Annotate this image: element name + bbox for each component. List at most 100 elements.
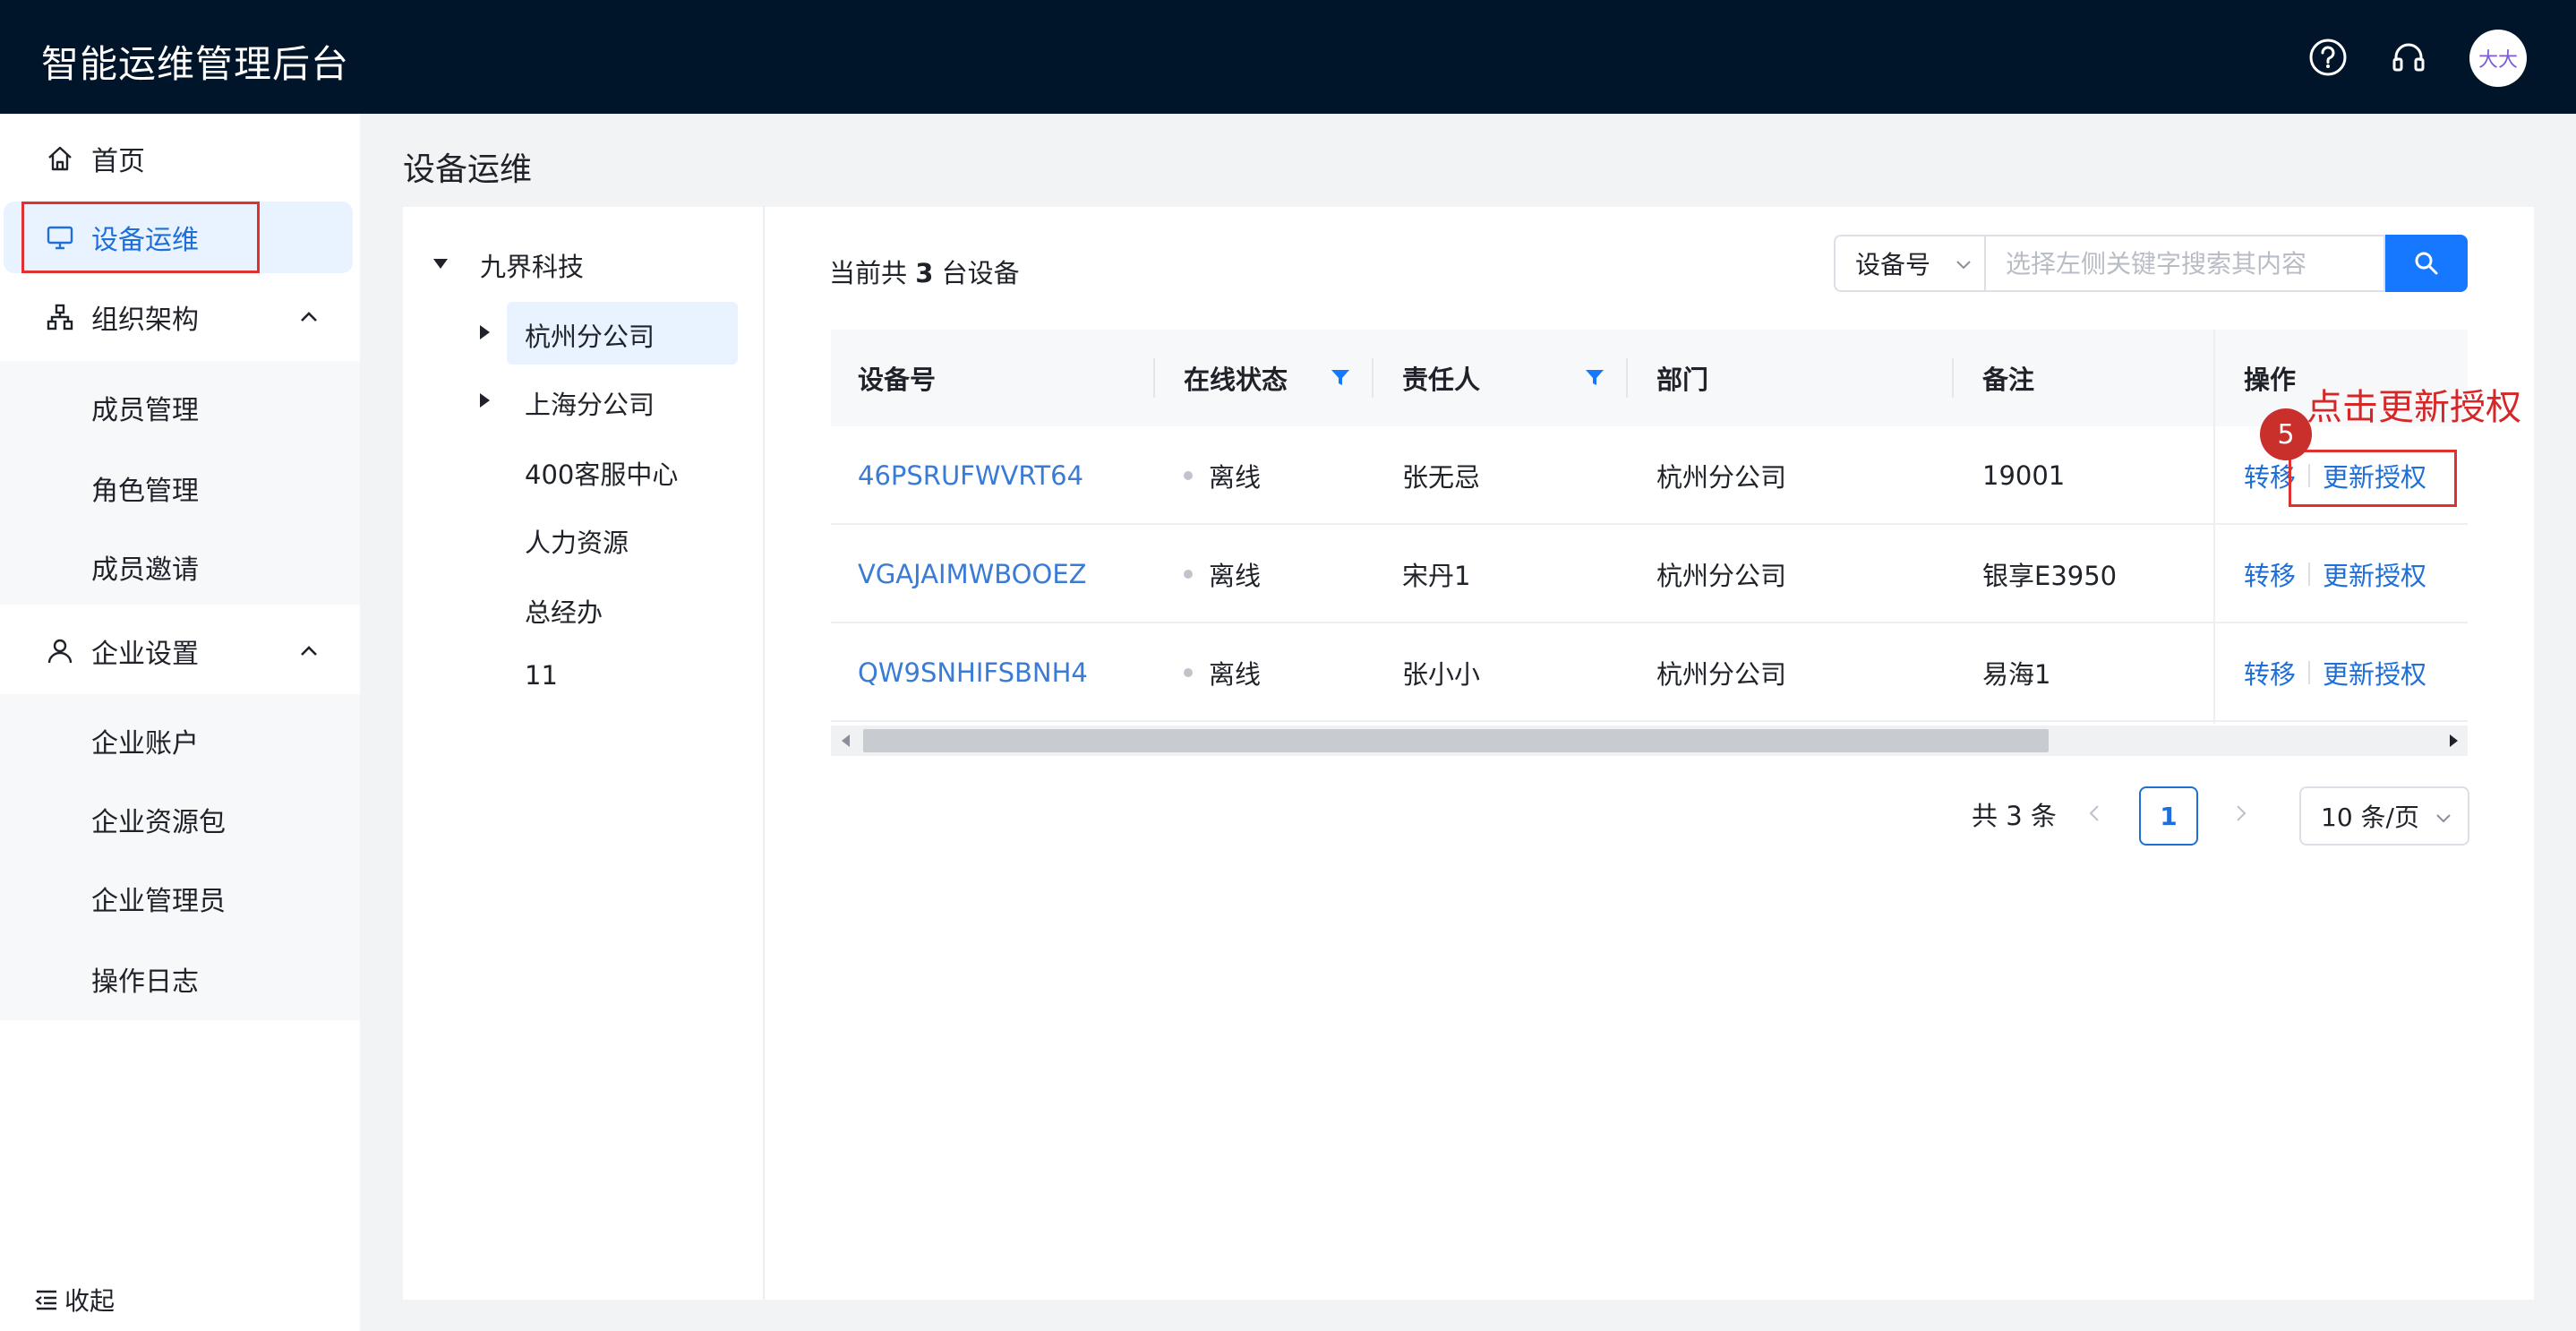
summary-suffix: 台设备 — [933, 258, 1020, 288]
col-divider — [1952, 358, 1954, 398]
scroll-right-icon[interactable] — [2450, 734, 2458, 747]
sidebar-item-invite[interactable]: 成员邀请 — [91, 547, 199, 587]
headset-icon[interactable] — [2389, 38, 2428, 77]
status-dot — [1184, 668, 1193, 677]
status-cell: 离线 — [1184, 623, 1261, 722]
enterprise-submenu: 企业账户 企业资源包 企业管理员 操作日志 — [0, 694, 360, 1020]
status-dot — [1184, 570, 1193, 579]
top-header: 智能运维管理后台 大大 — [0, 0, 2576, 114]
renew-license-link[interactable]: 更新授权 — [2323, 555, 2426, 593]
actions-cell: 转移 更新授权 — [2244, 623, 2426, 722]
chevron-down-icon — [1956, 261, 1971, 270]
sidebar-item-admins[interactable]: 企业管理员 — [91, 879, 226, 918]
renew-license-link[interactable]: 更新授权 — [2323, 654, 2426, 691]
fixed-column-divider — [2213, 330, 2215, 724]
table-row: 46PSRUFWVRT64 离线 张无忌 杭州分公司 19001 转移 更新授权 — [831, 426, 2468, 525]
status-text: 离线 — [1209, 462, 1262, 493]
sidebar-label-device-ops: 设备运维 — [91, 225, 199, 256]
note-cell: 银享E3950 — [1982, 561, 2118, 591]
dept-cell: 杭州分公司 — [1656, 462, 1787, 493]
tree-node-shanghai[interactable]: 上海分公司 — [525, 384, 655, 422]
collapse-label: 收起 — [64, 1286, 116, 1316]
col-header-device-id: 设备号 — [858, 365, 937, 395]
sidebar-item-logs[interactable]: 操作日志 — [91, 959, 199, 999]
step-badge: 5 — [2260, 408, 2312, 460]
scroll-left-icon[interactable] — [842, 734, 850, 747]
table-header: 设备号 在线状态 责任人 部门 备注 操作 — [831, 330, 2468, 426]
sidebar-item-org[interactable]: 组织架构 — [0, 281, 360, 353]
col-header-status: 在线状态 — [1184, 365, 1288, 395]
note-cell: 19001 — [1982, 460, 2066, 491]
summary-prefix: 当前共 — [829, 258, 916, 288]
tree-node-hr[interactable]: 人力资源 — [525, 522, 629, 560]
home-icon — [48, 146, 72, 171]
filter-icon[interactable] — [1583, 365, 1606, 389]
user-avatar[interactable]: 大大 — [2469, 30, 2527, 87]
col-header-note: 备注 — [1982, 365, 2035, 395]
user-icon — [47, 639, 73, 664]
page-number-button[interactable]: 1 — [2139, 786, 2198, 846]
sidebar-label-enterprise: 企业设置 — [91, 639, 199, 670]
caret-right-icon[interactable] — [480, 325, 490, 339]
sidebar-item-members[interactable]: 成员管理 — [91, 388, 199, 427]
device-id-link[interactable]: VGAJAIMWBOOEZ — [858, 525, 1087, 623]
collapse-button[interactable]: 收起 — [34, 1282, 115, 1318]
search-field-select[interactable]: 设备号 — [1834, 235, 1984, 292]
tree-node-service[interactable]: 400客服中心 — [525, 454, 678, 492]
app-title: 智能运维管理后台 — [41, 42, 350, 86]
sidebar-item-roles[interactable]: 角色管理 — [91, 468, 199, 508]
device-id-link[interactable]: QW9SNHIFSBNH4 — [858, 623, 1088, 722]
col-header-dept: 部门 — [1656, 365, 1709, 395]
dept-cell: 杭州分公司 — [1656, 659, 1787, 690]
tree-node-hangzhou[interactable]: 杭州分公司 — [525, 316, 655, 354]
device-id-link[interactable]: 46PSRUFWVRT64 — [858, 426, 1083, 525]
owner-cell: 宋丹1 — [1402, 561, 1471, 591]
action-divider — [2308, 562, 2311, 586]
step-instruction: 点击更新授权 — [2306, 387, 2521, 428]
owner-cell: 张小小 — [1402, 659, 1481, 690]
org-tree: 九界科技 杭州分公司 上海分公司 400客服中心 人力资源 总经办 11 — [403, 207, 765, 1300]
horizontal-scrollbar[interactable] — [831, 726, 2468, 756]
page-title: 设备运维 — [403, 151, 533, 188]
prev-page-icon[interactable] — [2084, 803, 2106, 824]
table-row: QW9SNHIFSBNH4 离线 张小小 杭州分公司 易海1 转移 更新授权 — [831, 623, 2468, 722]
dept-cell: 杭州分公司 — [1656, 561, 1787, 591]
search-button[interactable] — [2385, 235, 2468, 292]
page-size-select[interactable]: 10 条/页 — [2299, 786, 2469, 846]
chevron-down-icon — [2436, 814, 2451, 823]
tree-node-office[interactable]: 总经办 — [525, 592, 603, 630]
help-icon[interactable] — [2308, 38, 2348, 77]
sidebar-label-home: 首页 — [91, 146, 145, 177]
chevron-up-icon — [301, 312, 317, 322]
monitor-icon — [47, 226, 73, 250]
org-chart-icon — [47, 304, 73, 331]
search-input[interactable] — [1984, 235, 2385, 292]
filter-icon[interactable] — [1329, 365, 1352, 389]
owner-cell: 张无忌 — [1402, 462, 1481, 493]
pagination-total: 共 3 条 — [1972, 801, 2057, 831]
tree-node-11[interactable]: 11 — [525, 660, 558, 691]
next-page-icon[interactable] — [2229, 803, 2251, 824]
caret-right-icon[interactable] — [480, 393, 490, 408]
table-row: VGAJAIMWBOOEZ 离线 宋丹1 杭州分公司 银享E3950 转移 更新授… — [831, 525, 2468, 623]
scroll-thumb[interactable] — [863, 729, 2049, 752]
device-summary: 当前共 3 台设备 — [829, 253, 1020, 290]
transfer-link[interactable]: 转移 — [2244, 555, 2296, 593]
sidebar-item-resource[interactable]: 企业资源包 — [91, 800, 226, 839]
sidebar-item-account[interactable]: 企业账户 — [91, 721, 199, 760]
collapse-icon — [35, 1290, 56, 1310]
status-dot — [1184, 471, 1193, 480]
actions-cell: 转移 更新授权 — [2244, 525, 2426, 623]
transfer-link[interactable]: 转移 — [2244, 654, 2296, 691]
status-text: 离线 — [1209, 659, 1262, 690]
sidebar-item-enterprise[interactable]: 企业设置 — [0, 615, 360, 687]
status-text: 离线 — [1209, 561, 1262, 591]
col-header-owner: 责任人 — [1402, 365, 1481, 395]
col-divider — [1626, 358, 1628, 398]
tree-node-root[interactable]: 九界科技 — [480, 246, 584, 284]
note-cell: 易海1 — [1982, 659, 2051, 690]
sidebar-item-home[interactable]: 首页 — [0, 123, 360, 194]
caret-down-icon[interactable] — [433, 259, 448, 269]
status-cell: 离线 — [1184, 525, 1261, 623]
status-cell: 离线 — [1184, 426, 1261, 525]
